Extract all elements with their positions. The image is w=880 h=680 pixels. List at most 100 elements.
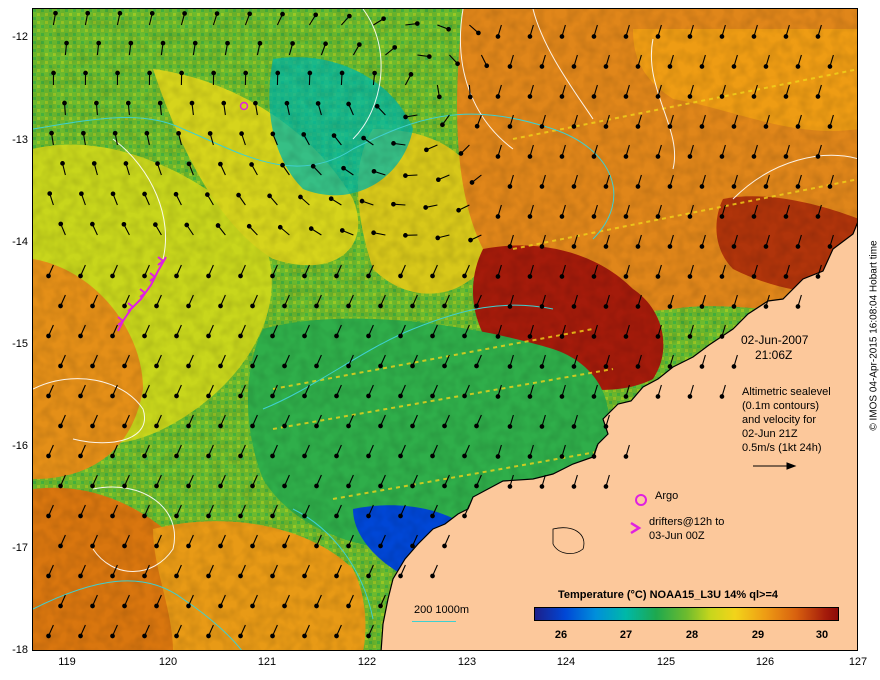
velocity-vector-head bbox=[323, 41, 328, 47]
velocity-vector-head bbox=[699, 184, 705, 189]
sst-map bbox=[33, 9, 857, 650]
velocity-vector-head bbox=[155, 161, 160, 166]
velocity-vector-head bbox=[346, 303, 351, 309]
velocity-vector-head bbox=[225, 40, 230, 46]
velocity-vector-head bbox=[154, 483, 159, 489]
velocity-vector-head bbox=[474, 303, 479, 309]
velocity-vector-head bbox=[731, 64, 737, 69]
velocity-vector-head bbox=[571, 424, 577, 429]
velocity-vector-head bbox=[298, 194, 303, 200]
velocity-vector-head bbox=[58, 221, 64, 227]
velocity-vector-head bbox=[467, 94, 473, 100]
velocity-vector-head bbox=[366, 633, 371, 639]
velocity-vector-head bbox=[635, 124, 641, 129]
velocity-vector-head bbox=[58, 303, 63, 309]
velocity-vector-head bbox=[142, 273, 147, 279]
velocity-vector-head bbox=[128, 40, 134, 46]
velocity-vector-head bbox=[424, 147, 429, 153]
velocity-vector-head bbox=[827, 124, 833, 129]
velocity-vector-head bbox=[603, 304, 609, 309]
velocity-vector-head bbox=[559, 454, 565, 459]
velocity-vector-head bbox=[442, 423, 447, 429]
velocity-vector-head bbox=[507, 184, 513, 189]
velocity-vector-head bbox=[110, 191, 116, 197]
velocity-vector-head bbox=[154, 543, 159, 549]
velocity-vector-head bbox=[591, 334, 597, 339]
velocity-vector-head bbox=[442, 483, 447, 489]
velocity-vector-head bbox=[176, 130, 181, 136]
velocity-vector-head bbox=[238, 273, 243, 279]
velocity-vector-head bbox=[110, 633, 115, 639]
velocity-vector-head bbox=[186, 423, 191, 429]
velocity-vector-head bbox=[366, 393, 371, 399]
lat-tick: -13 bbox=[12, 134, 28, 146]
velocity-vector-head bbox=[46, 633, 51, 639]
velocity-vector-head bbox=[366, 333, 371, 339]
velocity-vector-head bbox=[378, 543, 383, 549]
velocity-vector-head bbox=[277, 224, 283, 230]
velocity-vector-head bbox=[458, 151, 464, 156]
velocity-vector-head bbox=[366, 273, 371, 279]
velocity-vector-head bbox=[78, 453, 83, 459]
map-figure: -12 -13 -14 -15 -16 -17 -18 119 120 121 … bbox=[0, 0, 880, 680]
velocity-vector-head bbox=[719, 154, 725, 159]
velocity-vector-head bbox=[58, 603, 63, 609]
velocity-vector-head bbox=[635, 244, 641, 249]
velocity-vector-head bbox=[346, 543, 351, 549]
velocity-vector-head bbox=[184, 222, 190, 228]
velocity-vector-head bbox=[667, 124, 673, 129]
velocity-vector-head bbox=[623, 94, 629, 99]
velocity-vector-head bbox=[539, 484, 545, 489]
velocity-vector-head bbox=[339, 228, 345, 233]
velocity-vector-head bbox=[462, 393, 467, 399]
velocity-vector-head bbox=[334, 393, 339, 399]
velocity-vector-head bbox=[62, 100, 67, 106]
velocity-vector-head bbox=[495, 454, 501, 459]
velocity-vector-head bbox=[270, 513, 275, 519]
velocity-vector-head bbox=[366, 573, 371, 579]
credit-text: © IMOS 04-Apr-2015 16:08:04 Hobart time bbox=[868, 240, 880, 431]
velocity-vector-head bbox=[507, 364, 513, 369]
velocity-vector-head bbox=[142, 453, 147, 459]
velocity-vector-head bbox=[763, 304, 769, 309]
velocity-vector-head bbox=[96, 40, 102, 46]
velocity-vector-head bbox=[635, 304, 641, 309]
velocity-vector-head bbox=[476, 30, 481, 36]
velocity-vector-head bbox=[302, 513, 307, 519]
velocity-vector-head bbox=[218, 161, 223, 167]
velocity-vector-head bbox=[571, 364, 577, 369]
velocity-vector-head bbox=[339, 70, 345, 76]
velocity-vector-head bbox=[282, 603, 287, 609]
velocity-vector-head bbox=[58, 483, 63, 489]
velocity-vector-head bbox=[527, 394, 533, 399]
velocity-vector-head bbox=[371, 230, 376, 236]
velocity-vector-head bbox=[280, 162, 285, 168]
velocity-vector-head bbox=[539, 424, 545, 429]
velocity-vector-head bbox=[391, 201, 396, 207]
velocity-vector-head bbox=[827, 64, 833, 69]
velocity-vector-head bbox=[218, 603, 223, 609]
velocity-vector-head bbox=[142, 513, 147, 519]
velocity-vector-head bbox=[410, 483, 415, 489]
velocity-vector-head bbox=[90, 423, 95, 429]
velocity-vector-head bbox=[469, 180, 475, 185]
velocity-vector-head bbox=[218, 363, 223, 369]
velocity-vector-head bbox=[356, 42, 362, 47]
velocity-vector-head bbox=[667, 364, 673, 369]
velocity-vector-head bbox=[435, 177, 441, 183]
velocity-vector-head bbox=[346, 603, 351, 609]
velocity-vector-head bbox=[149, 10, 155, 16]
velocity-vector-head bbox=[282, 543, 287, 549]
velocity-vector-head bbox=[302, 573, 307, 579]
velocity-vector-head bbox=[430, 273, 435, 279]
velocity-vector-head bbox=[815, 34, 821, 39]
velocity-vector-head bbox=[436, 94, 442, 100]
velocity-vector-head bbox=[474, 123, 480, 129]
velocity-vector-head bbox=[655, 394, 661, 399]
lat-tick: -16 bbox=[12, 440, 28, 452]
velocity-vector-head bbox=[591, 94, 597, 99]
velocity-vector-head bbox=[79, 191, 84, 197]
velocity-vector-head bbox=[110, 393, 115, 399]
velocity-vector-head bbox=[78, 273, 83, 279]
velocity-vector-head bbox=[153, 222, 158, 227]
